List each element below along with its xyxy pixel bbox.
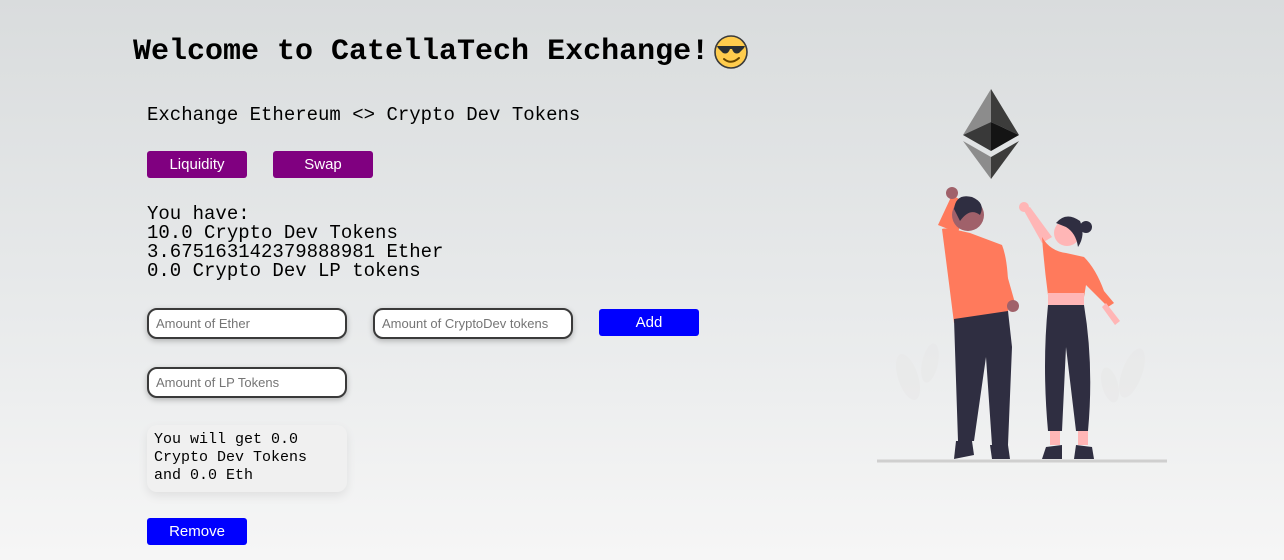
lp-tokens-balance: 0.0 Crypto Dev LP tokens	[147, 260, 421, 282]
add-liquidity-button[interactable]: Add	[599, 309, 699, 336]
exchange-description: Exchange Ethereum <> Crypto Dev Tokens	[147, 104, 581, 126]
two-people-pointing-illustration	[877, 89, 1167, 463]
page-title: Welcome to CatellaTech Exchange!	[133, 34, 749, 70]
page-title-text: Welcome to CatellaTech Exchange!	[133, 35, 710, 69]
balances-panel: You have: 10.0 Crypto Dev Tokens 3.67516…	[147, 205, 443, 281]
remove-liquidity-button[interactable]: Remove	[147, 518, 247, 545]
ether-amount-input[interactable]	[147, 308, 347, 339]
liquidity-tab-button[interactable]: Liquidity	[147, 151, 247, 178]
swap-tab-button[interactable]: Swap	[273, 151, 373, 178]
remove-result-text: You will get 0.0 Crypto Dev Tokens and 0…	[147, 425, 347, 492]
cryptodev-amount-input[interactable]	[373, 308, 573, 339]
ethereum-logo-icon	[963, 89, 1019, 179]
sunglasses-face-icon	[714, 35, 748, 69]
lp-tokens-amount-input[interactable]	[147, 367, 347, 398]
